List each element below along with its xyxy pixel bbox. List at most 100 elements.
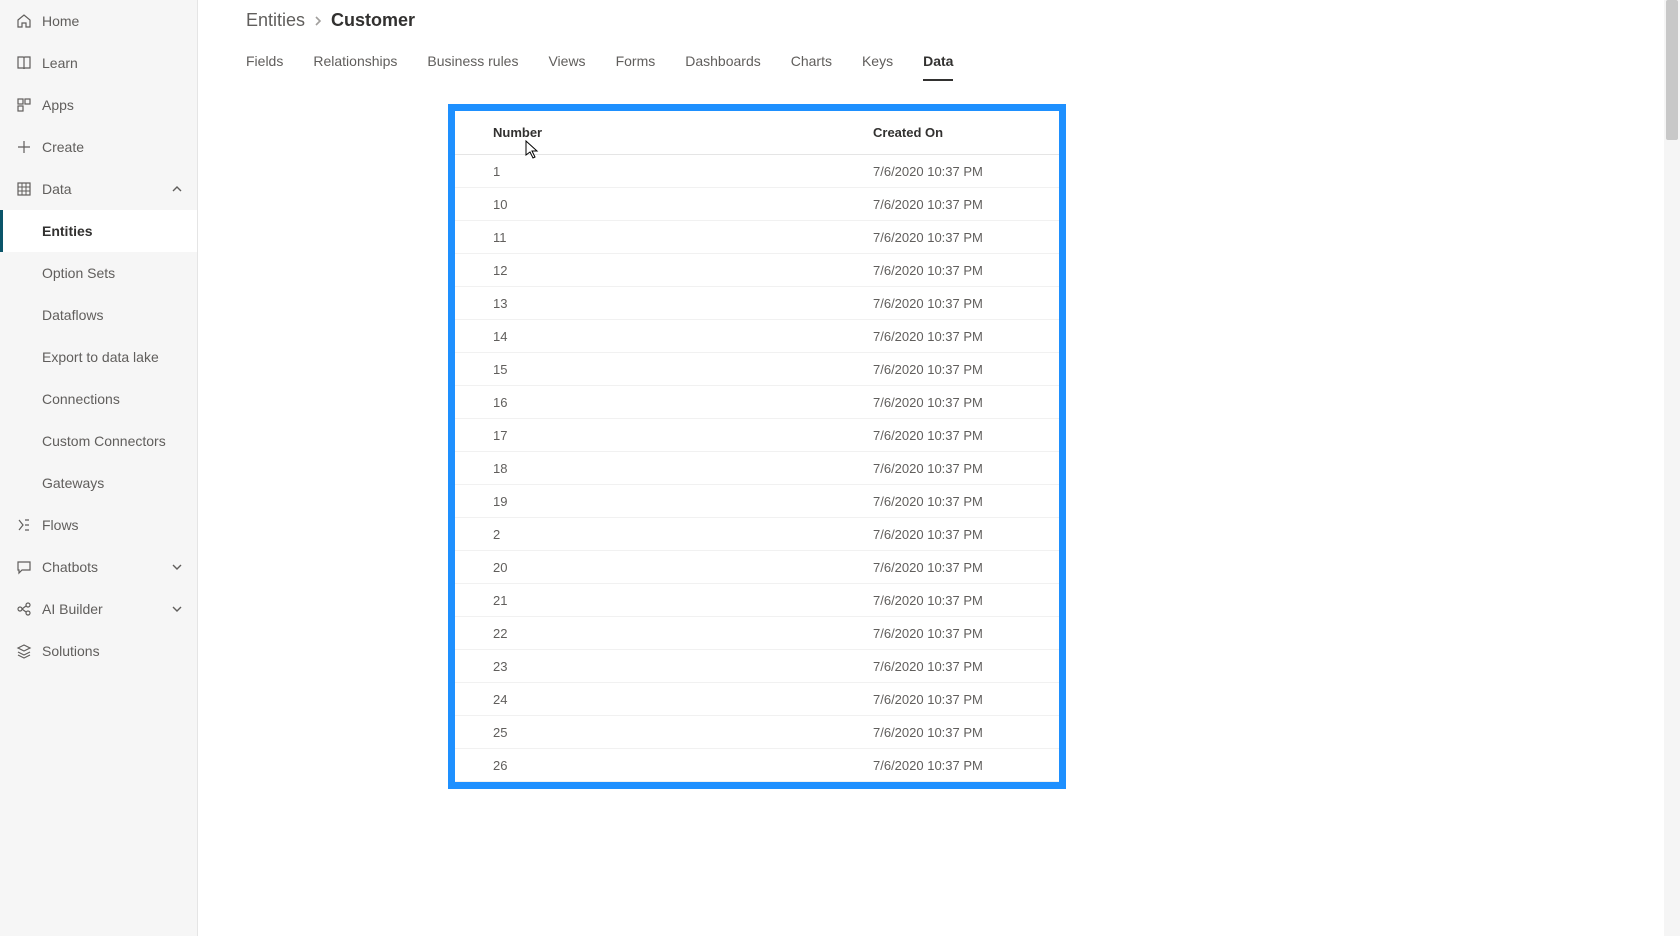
cell-number: 19 (455, 494, 865, 509)
sidebar-item-apps[interactable]: Apps (0, 84, 197, 126)
cell-number: 21 (455, 593, 865, 608)
cell-created-on: 7/6/2020 10:37 PM (865, 164, 1059, 179)
table-row[interactable]: 117/6/2020 10:37 PM (455, 221, 1059, 254)
table-row[interactable]: 207/6/2020 10:37 PM (455, 551, 1059, 584)
sidebar-item-dataflows[interactable]: Dataflows (0, 294, 197, 336)
column-header-created-on[interactable]: Created On (865, 125, 1059, 140)
tab-relationships[interactable]: Relationships (313, 53, 397, 81)
tab-views[interactable]: Views (548, 53, 585, 81)
table-row[interactable]: 267/6/2020 10:37 PM (455, 749, 1059, 782)
tab-data[interactable]: Data (923, 53, 953, 81)
entity-tabs: Fields Relationships Business rules View… (198, 31, 1680, 81)
tab-forms[interactable]: Forms (616, 53, 656, 81)
table-row[interactable]: 237/6/2020 10:37 PM (455, 650, 1059, 683)
sidebar-item-entities[interactable]: Entities (0, 210, 197, 252)
table-row[interactable]: 247/6/2020 10:37 PM (455, 683, 1059, 716)
sidebar: Home Learn Apps Create Data Entities Opt… (0, 0, 198, 936)
cell-created-on: 7/6/2020 10:37 PM (865, 725, 1059, 740)
sidebar-item-label: Data (42, 181, 72, 197)
sidebar-item-label: Solutions (42, 643, 100, 659)
table-row[interactable]: 157/6/2020 10:37 PM (455, 353, 1059, 386)
table-row[interactable]: 227/6/2020 10:37 PM (455, 617, 1059, 650)
sidebar-item-chatbots[interactable]: Chatbots (0, 546, 197, 588)
book-icon (16, 55, 32, 71)
sidebar-item-create[interactable]: Create (0, 126, 197, 168)
sidebar-item-gateways[interactable]: Gateways (0, 462, 197, 504)
data-grid-header: Number Created On (455, 111, 1059, 155)
sidebar-item-solutions[interactable]: Solutions (0, 630, 197, 672)
cell-created-on: 7/6/2020 10:37 PM (865, 494, 1059, 509)
data-grid-highlight: Number Created On 17/6/2020 10:37 PM107/… (448, 104, 1066, 789)
sidebar-item-connections[interactable]: Connections (0, 378, 197, 420)
cell-number: 24 (455, 692, 865, 707)
table-row[interactable]: 17/6/2020 10:37 PM (455, 155, 1059, 188)
cell-number: 10 (455, 197, 865, 212)
apps-icon (16, 97, 32, 113)
cell-number: 14 (455, 329, 865, 344)
cell-created-on: 7/6/2020 10:37 PM (865, 197, 1059, 212)
tab-dashboards[interactable]: Dashboards (685, 53, 761, 81)
tab-keys[interactable]: Keys (862, 53, 893, 81)
table-row[interactable]: 167/6/2020 10:37 PM (455, 386, 1059, 419)
scrollbar-thumb[interactable] (1666, 0, 1678, 140)
cell-number: 23 (455, 659, 865, 674)
data-grid: Number Created On 17/6/2020 10:37 PM107/… (455, 111, 1059, 782)
cell-number: 17 (455, 428, 865, 443)
chevron-right-icon (313, 14, 323, 28)
cell-created-on: 7/6/2020 10:37 PM (865, 230, 1059, 245)
cell-number: 15 (455, 362, 865, 377)
tab-charts[interactable]: Charts (791, 53, 832, 81)
cell-number: 13 (455, 296, 865, 311)
sidebar-item-data[interactable]: Data (0, 168, 197, 210)
sidebar-item-ai-builder[interactable]: AI Builder (0, 588, 197, 630)
sidebar-item-custom-connectors[interactable]: Custom Connectors (0, 420, 197, 462)
tab-business-rules[interactable]: Business rules (427, 53, 518, 81)
ai-icon (16, 601, 32, 617)
chevron-down-icon (171, 603, 183, 615)
table-row[interactable]: 107/6/2020 10:37 PM (455, 188, 1059, 221)
sidebar-item-label: Gateways (42, 475, 104, 491)
cell-created-on: 7/6/2020 10:37 PM (865, 329, 1059, 344)
sidebar-item-home[interactable]: Home (0, 0, 197, 42)
table-row[interactable]: 127/6/2020 10:37 PM (455, 254, 1059, 287)
cell-created-on: 7/6/2020 10:37 PM (865, 626, 1059, 641)
layers-icon (16, 643, 32, 659)
plus-icon (16, 139, 32, 155)
sidebar-item-label: Dataflows (42, 307, 103, 323)
table-row[interactable]: 217/6/2020 10:37 PM (455, 584, 1059, 617)
sidebar-item-label: Home (42, 13, 79, 29)
sidebar-item-label: Connections (42, 391, 120, 407)
chat-icon (16, 559, 32, 575)
table-row[interactable]: 257/6/2020 10:37 PM (455, 716, 1059, 749)
sidebar-item-export-data-lake[interactable]: Export to data lake (0, 336, 197, 378)
cell-created-on: 7/6/2020 10:37 PM (865, 395, 1059, 410)
tab-fields[interactable]: Fields (246, 53, 283, 81)
cell-number: 20 (455, 560, 865, 575)
sidebar-item-label: Custom Connectors (42, 433, 166, 449)
table-row[interactable]: 27/6/2020 10:37 PM (455, 518, 1059, 551)
cell-number: 1 (455, 164, 865, 179)
cell-created-on: 7/6/2020 10:37 PM (865, 593, 1059, 608)
vertical-scrollbar[interactable] (1664, 0, 1680, 936)
main-content: Entities Customer Fields Relationships B… (198, 0, 1680, 936)
sidebar-item-label: Apps (42, 97, 74, 113)
table-row[interactable]: 197/6/2020 10:37 PM (455, 485, 1059, 518)
cell-number: 25 (455, 725, 865, 740)
cell-number: 11 (455, 230, 865, 245)
sidebar-item-learn[interactable]: Learn (0, 42, 197, 84)
cell-created-on: 7/6/2020 10:37 PM (865, 362, 1059, 377)
sidebar-item-option-sets[interactable]: Option Sets (0, 252, 197, 294)
table-row[interactable]: 177/6/2020 10:37 PM (455, 419, 1059, 452)
table-row[interactable]: 137/6/2020 10:37 PM (455, 287, 1059, 320)
grid-icon (16, 181, 32, 197)
cell-number: 22 (455, 626, 865, 641)
cell-created-on: 7/6/2020 10:37 PM (865, 692, 1059, 707)
table-row[interactable]: 187/6/2020 10:37 PM (455, 452, 1059, 485)
sidebar-item-label: Option Sets (42, 265, 115, 281)
table-row[interactable]: 147/6/2020 10:37 PM (455, 320, 1059, 353)
cell-created-on: 7/6/2020 10:37 PM (865, 461, 1059, 476)
cell-created-on: 7/6/2020 10:37 PM (865, 758, 1059, 773)
column-header-number[interactable]: Number (455, 125, 865, 140)
breadcrumb-parent[interactable]: Entities (246, 10, 305, 31)
sidebar-item-flows[interactable]: Flows (0, 504, 197, 546)
